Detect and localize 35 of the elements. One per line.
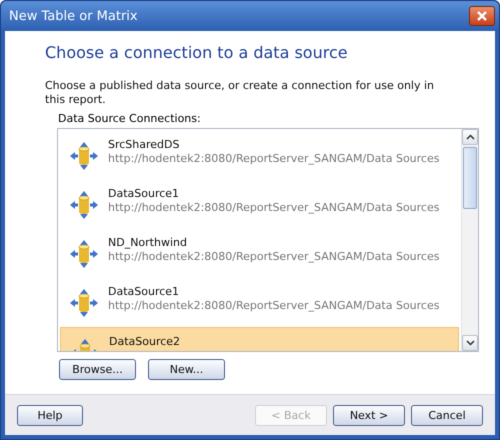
footer-button[interactable]: Cancel [411,404,483,426]
list-action-button[interactable]: New... [148,359,225,380]
connection-path: http://hodentek2:8080/ReportServer_SANGAM/Data Sources [108,299,440,313]
connection-path: http://hodentek2:8080/ReportServer_SANGAM/Data Sources [108,152,440,166]
list-action-button[interactable]: Browse... [59,359,136,380]
connection-item[interactable]: DataSource2 [60,327,459,351]
database-arrows-icon [69,288,99,318]
connection-item[interactable]: DataSource1 http://hodentek2:8080/ReportServer_SANGAM/Data Sources [60,278,459,327]
connection-item[interactable]: DataSource1 http://hodentek2:8080/ReportServer_SANGAM/Data Sources [60,180,459,229]
footer-button[interactable]: Next > [333,404,405,426]
connection-name: DataSource2 [109,335,180,349]
connection-item[interactable]: SrcSharedDS http://hodentek2:8080/ReportServer_SANGAM/Data Sources [60,131,459,180]
connection-name: ND_Northwind [108,236,188,250]
description-text: Choose a published data source, or create a connection for use only in this report. [45,79,436,107]
connection-path: http://hodentek2:8080/ReportServer_SANGAM/Data Sources [108,250,440,264]
connection-name: DataSource1 [108,285,180,299]
page-heading: Choose a connection to a data source [45,43,349,62]
database-arrows-icon [69,141,99,171]
up-caret-icon [466,134,474,140]
connection-path: http://hodentek2:8080/ReportServer_SANGAM/Data Sources [108,201,440,215]
window-title: New Table or Matrix [9,8,138,24]
scroll-down-button[interactable] [462,335,478,351]
scroll-thumb[interactable] [463,147,477,209]
down-caret-icon [466,340,474,346]
connection-name: DataSource1 [108,187,180,201]
close-button[interactable] [469,6,495,26]
database-arrows-icon [69,190,99,220]
scroll-up-button[interactable] [462,129,478,145]
close-icon [476,10,488,22]
scrollbar[interactable] [461,129,478,351]
database-arrows-icon [69,239,99,269]
connection-name: SrcSharedDS [108,138,180,152]
list-label: Data Source Connections: [58,112,202,125]
footer-button[interactable]: Help [17,404,83,426]
connection-item[interactable]: ND_Northwind http://hodentek2:8080/ReportServer_SANGAM/Data Sources [60,229,459,278]
